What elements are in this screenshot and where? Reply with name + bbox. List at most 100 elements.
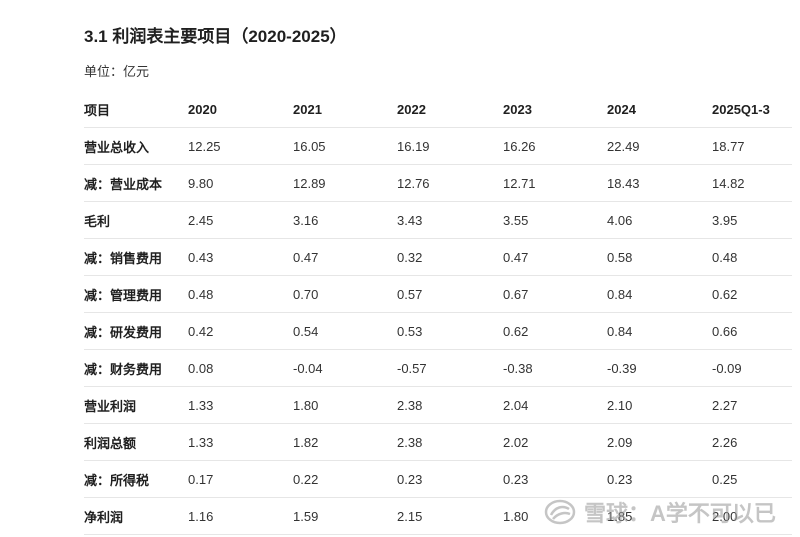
table-cell: 1.33 [188,423,293,461]
table-cell: 1.80 [503,497,607,535]
table-row: 减：所得税 0.17 0.22 0.23 0.23 0.23 0.25 [84,460,792,498]
table-cell: 2.15 [397,497,503,535]
row-item-label: 减：财务费用 [84,349,188,387]
table-cell: 0.62 [503,312,607,350]
table-cell: 3.16 [293,201,397,239]
table-cell: 1.85 [607,497,712,535]
table-cell: 2.09 [607,423,712,461]
table-cell: -0.04 [293,349,397,387]
row-item-label: 减：销售费用 [84,238,188,276]
row-item-label: 营业利润 [84,386,188,424]
table-cell: 0.22 [293,460,397,498]
column-header: 2024 [607,91,712,128]
table-cell: 0.42 [188,312,293,350]
table-cell: 0.47 [503,238,607,276]
table-cell: 0.17 [188,460,293,498]
table-cell: 2.45 [188,201,293,239]
column-header: 2025Q1-3 [712,91,792,128]
table-cell: 0.25 [712,460,792,498]
table-cell: 0.47 [293,238,397,276]
table-cell: 14.82 [712,164,792,202]
column-header: 2023 [503,91,607,128]
table-cell: 0.58 [607,238,712,276]
table-cell: 18.43 [607,164,712,202]
table-cell: 12.25 [188,127,293,165]
table-cell: 2.00 [712,497,792,535]
table-cell: 0.67 [503,275,607,313]
table-cell: -0.09 [712,349,792,387]
table-row: 减：销售费用 0.43 0.47 0.32 0.47 0.58 0.48 [84,238,792,276]
table-cell: 3.55 [503,201,607,239]
table-row: 利润总额 1.33 1.82 2.38 2.02 2.09 2.26 [84,423,792,461]
column-header: 2021 [293,91,397,128]
table-cell: 2.02 [503,423,607,461]
row-item-label: 毛利 [84,201,188,239]
table-cell: 18.77 [712,127,792,165]
table-cell: 0.62 [712,275,792,313]
table-cell: 2.26 [712,423,792,461]
table-cell: 4.06 [607,201,712,239]
table-cell: 0.66 [712,312,792,350]
column-header: 2020 [188,91,293,128]
row-item-label: 减：所得税 [84,460,188,498]
table-cell: 1.59 [293,497,397,535]
table-cell: 2.38 [397,423,503,461]
table-cell: -0.57 [397,349,503,387]
table-cell: 3.43 [397,201,503,239]
row-item-label: 减：营业成本 [84,164,188,202]
table-cell: 0.23 [607,460,712,498]
table-row: 净利润 1.16 1.59 2.15 1.80 1.85 2.00 [84,497,792,535]
table-cell: 22.49 [607,127,712,165]
table-cell: 0.32 [397,238,503,276]
table-cell: 12.76 [397,164,503,202]
column-header: 项目 [84,91,188,128]
table-row: 减：营业成本 9.80 12.89 12.76 12.71 18.43 14.82 [84,164,792,202]
table-row: 减：管理费用 0.48 0.70 0.57 0.67 0.84 0.62 [84,275,792,313]
table-cell: 16.26 [503,127,607,165]
table-row: 毛利 2.45 3.16 3.43 3.55 4.06 3.95 [84,201,792,239]
table-cell: 0.57 [397,275,503,313]
table-cell: 0.84 [607,275,712,313]
table-cell: 3.95 [712,201,792,239]
table-cell: 2.27 [712,386,792,424]
row-item-label: 净利润 [84,497,188,535]
table-cell: 16.05 [293,127,397,165]
table-cell: 0.84 [607,312,712,350]
table-row: 营业总收入 12.25 16.05 16.19 16.26 22.49 18.77 [84,127,792,165]
table-cell: 0.53 [397,312,503,350]
table-row: 营业利润 1.33 1.80 2.38 2.04 2.10 2.27 [84,386,792,424]
table-cell: 0.08 [188,349,293,387]
income-statement-table: 项目 2020 2021 2022 2023 2024 2025Q1-3 营业总… [84,91,792,535]
table-cell: 1.80 [293,386,397,424]
table-cell: 0.70 [293,275,397,313]
table-header-row: 项目 2020 2021 2022 2023 2024 2025Q1-3 [84,91,792,128]
table-cell: 16.19 [397,127,503,165]
table-cell: 1.33 [188,386,293,424]
table-row: 减：研发费用 0.42 0.54 0.53 0.62 0.84 0.66 [84,312,792,350]
table-cell: 1.16 [188,497,293,535]
row-item-label: 减：研发费用 [84,312,188,350]
table-cell: -0.39 [607,349,712,387]
row-item-label: 营业总收入 [84,127,188,165]
table-cell: 0.43 [188,238,293,276]
table-row: 减：财务费用 0.08 -0.04 -0.57 -0.38 -0.39 -0.09 [84,349,792,387]
row-item-label: 利润总额 [84,423,188,461]
table-cell: -0.38 [503,349,607,387]
table-cell: 0.23 [397,460,503,498]
unit-label: 单位：亿元 [84,64,150,79]
table-body: 营业总收入 12.25 16.05 16.19 16.26 22.49 18.77 减：营业成… [84,127,792,535]
table-cell: 0.23 [503,460,607,498]
table-cell: 0.48 [188,275,293,313]
table-cell: 2.04 [503,386,607,424]
table-cell: 0.48 [712,238,792,276]
column-header: 2022 [397,91,503,128]
table-cell: 0.54 [293,312,397,350]
table-cell: 9.80 [188,164,293,202]
row-item-label: 减：管理费用 [84,275,188,313]
table-cell: 2.38 [397,386,503,424]
table-cell: 2.10 [607,386,712,424]
page-title: 3.1 利润表主要项目（2020-2025） [84,27,347,46]
table-cell: 1.82 [293,423,397,461]
table-cell: 12.71 [503,164,607,202]
table-cell: 12.89 [293,164,397,202]
